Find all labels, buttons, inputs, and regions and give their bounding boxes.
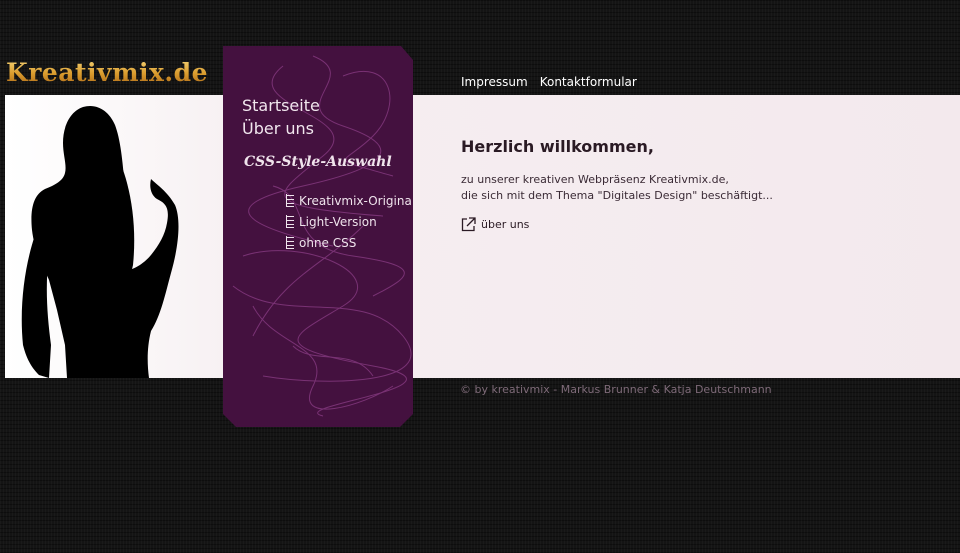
style-option-label: ohne CSS [299,235,357,250]
style-option-no-css[interactable]: ohne CSS [284,232,413,253]
sidebar-panel: Startseite Über uns CSS-Style-Auswahl Kr… [223,46,413,427]
nav-link-ueber-uns[interactable]: Über uns [242,117,320,140]
intro-text: zu unserer kreativen Webpräsenz Kreativm… [461,172,773,204]
ueber-uns-link-label: über uns [481,218,530,231]
top-nav: Impressum Kontaktformular [461,75,637,89]
intro-line-1: zu unserer kreativen Webpräsenz Kreativm… [461,173,729,186]
ueber-uns-link[interactable]: über uns [461,217,529,232]
style-option-original[interactable]: Kreativmix-Original [284,190,413,211]
tree-icon [284,194,296,207]
site-logo[interactable]: Kreativmix.de [6,58,208,87]
external-link-icon [461,217,476,232]
css-style-heading: CSS-Style-Auswahl [244,154,392,170]
impressum-link[interactable]: Impressum [461,75,528,89]
kontaktformular-link[interactable]: Kontaktformular [540,75,637,89]
css-style-list: Kreativmix-Original Light-Version ohne C… [284,190,413,253]
page-heading: Herzlich willkommen, [461,137,654,156]
style-option-label: Light-Version [299,214,377,229]
tree-icon [284,215,296,228]
silhouette-image [5,95,223,378]
sidebar-nav: Startseite Über uns [242,94,320,140]
intro-line-2: die sich mit dem Thema "Digitales Design… [461,189,773,202]
style-option-label: Kreativmix-Original [299,193,413,208]
tree-icon [284,236,296,249]
footer-copyright: © by kreativmix - Markus Brunner & Katja… [460,383,772,396]
nav-link-startseite[interactable]: Startseite [242,94,320,117]
style-option-light[interactable]: Light-Version [284,211,413,232]
